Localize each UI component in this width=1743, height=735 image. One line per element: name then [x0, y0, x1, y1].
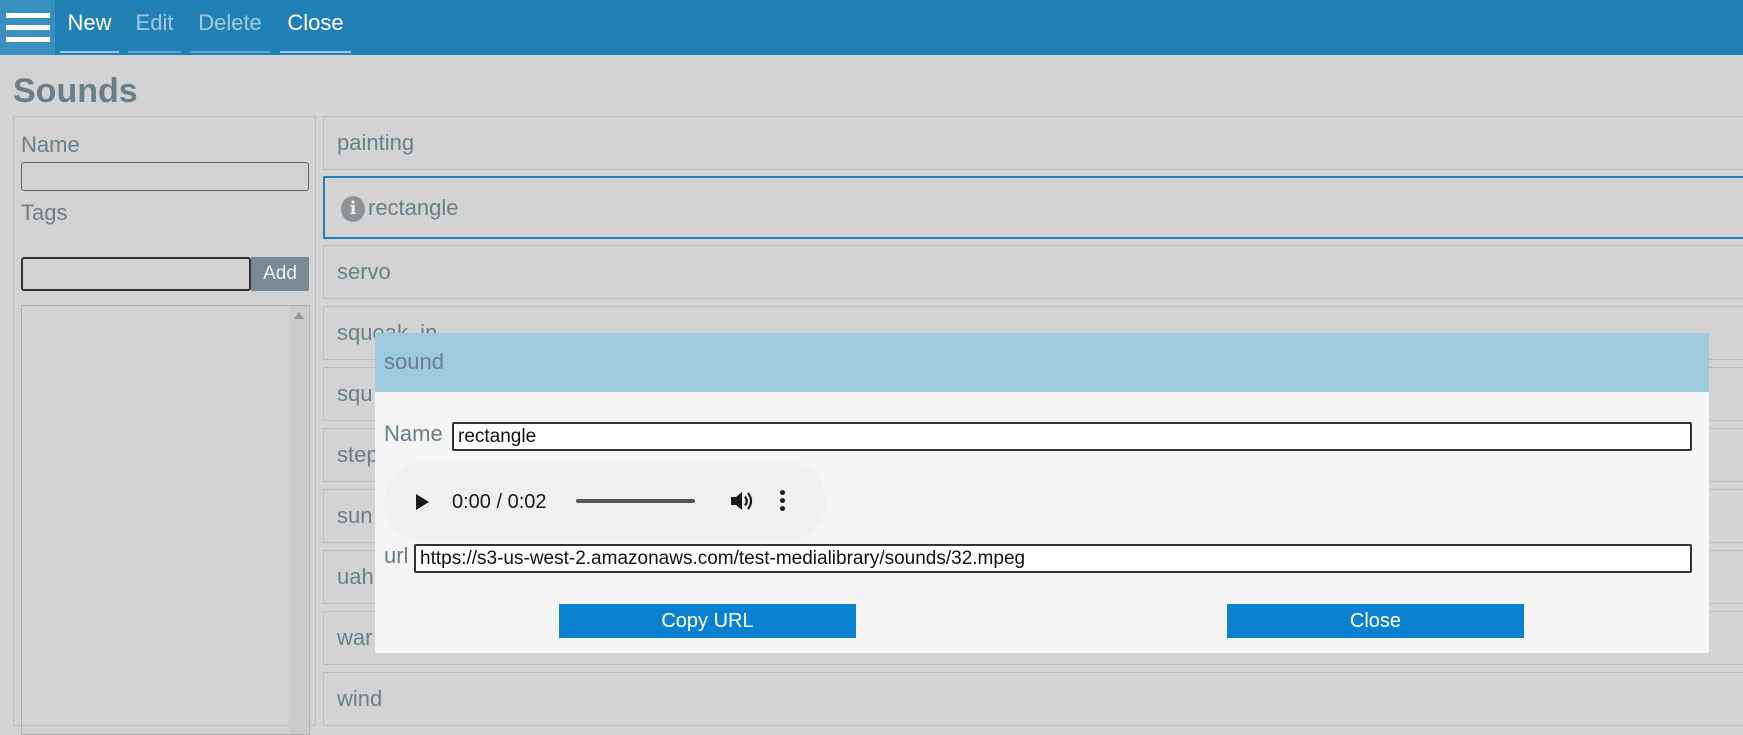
sound-name: sun	[337, 503, 373, 528]
sound-name: step	[337, 442, 379, 467]
sound-row-wind[interactable]: wind	[323, 672, 1743, 726]
delete-button[interactable]: Delete	[190, 0, 270, 53]
hamburger-menu-icon[interactable]	[0, 0, 55, 55]
toolbar: New Edit Delete Close	[0, 0, 1743, 55]
tags-input[interactable]	[21, 257, 251, 291]
sound-name: war	[337, 625, 373, 650]
time-display: 0:00 / 0:02	[452, 491, 547, 513]
volume-icon[interactable]	[729, 489, 755, 513]
sound-row-rectangle[interactable]: i rectangle	[323, 176, 1743, 239]
tags-scrollbar[interactable]	[289, 306, 309, 734]
sound-row-servo[interactable]: servo	[323, 245, 1743, 299]
edit-button[interactable]: Edit	[128, 0, 181, 53]
sound-name-field[interactable]: rectangle	[452, 422, 1692, 451]
sound-name: painting	[337, 130, 415, 155]
tags-label: Tags	[21, 200, 68, 225]
tags-list[interactable]	[21, 305, 310, 735]
info-icon[interactable]: i	[341, 196, 365, 222]
sound-row-painting[interactable]: painting	[323, 116, 1743, 170]
sound-name: wind	[337, 686, 383, 711]
seek-slider[interactable]	[576, 499, 695, 503]
filter-panel: Name Tags Add	[13, 116, 316, 735]
name-filter-label: Name	[21, 132, 80, 157]
play-icon[interactable]	[416, 494, 429, 510]
audio-player: 0:00 / 0:02	[384, 461, 826, 541]
sound-name: uah	[337, 564, 374, 589]
new-button[interactable]: New	[60, 0, 119, 53]
scroll-up-arrow-icon[interactable]	[294, 312, 304, 319]
dialog-header: sound	[375, 333, 1709, 392]
sound-name: squ	[337, 381, 373, 406]
url-label: url	[384, 543, 409, 568]
page-title: Sounds	[13, 72, 138, 110]
copy-url-button[interactable]: Copy URL	[559, 604, 856, 638]
more-options-icon[interactable]	[780, 489, 786, 513]
close-button[interactable]: Close	[280, 0, 351, 53]
name-filter-input[interactable]	[21, 162, 309, 191]
sound-name: servo	[337, 259, 391, 284]
dialog-title: sound	[384, 349, 444, 374]
sound-dialog: sound Name rectangle 0:00 / 0:02 url htt…	[375, 333, 1709, 653]
dialog-close-button[interactable]: Close	[1227, 604, 1524, 638]
url-field[interactable]: https://s3-us-west-2.amazonaws.com/test-…	[414, 544, 1692, 573]
sound-name-label: Name	[384, 421, 443, 446]
add-tag-button[interactable]: Add	[251, 257, 309, 291]
sound-name: rectangle	[368, 195, 459, 220]
